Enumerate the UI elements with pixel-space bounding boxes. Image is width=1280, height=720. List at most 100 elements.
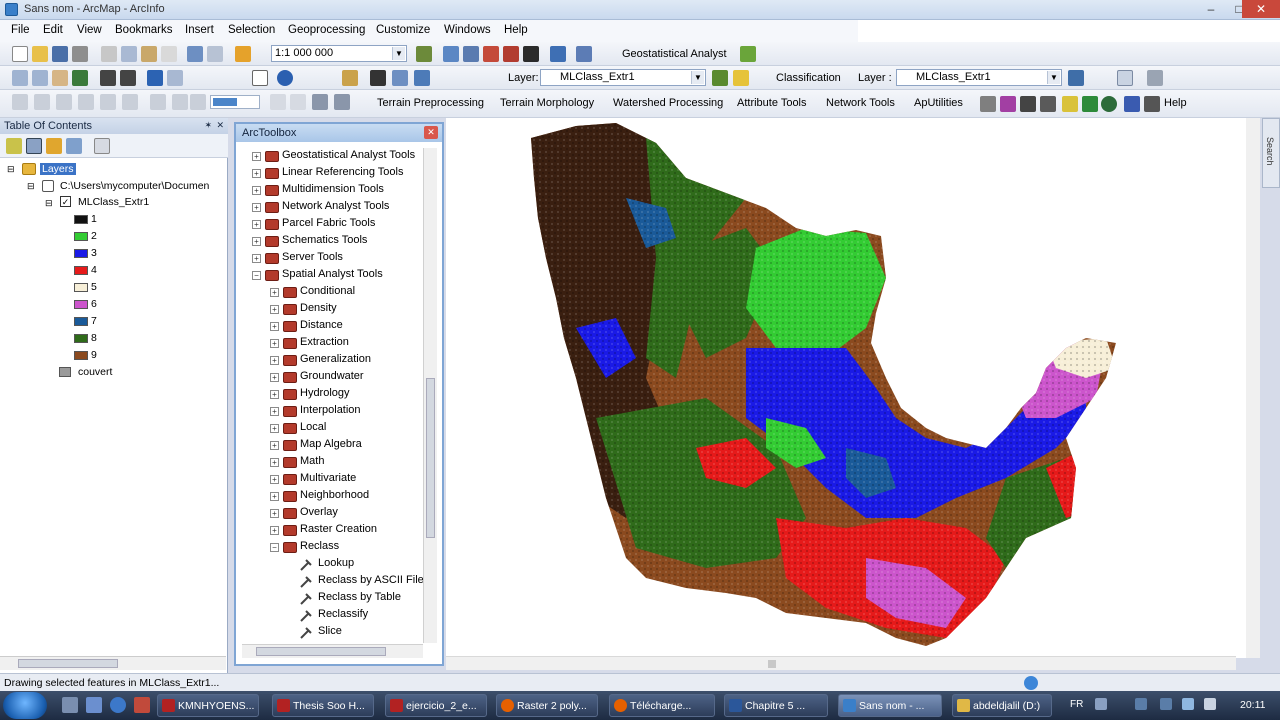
expand-icon[interactable]: + (270, 339, 279, 348)
search-side-tab[interactable]: Search (1262, 118, 1280, 188)
menu-watershed-processing[interactable]: Watershed Processing (613, 97, 723, 109)
taskbar-item-5[interactable]: Télécharge... (609, 694, 715, 717)
batch-point-icon[interactable] (1062, 96, 1078, 112)
scroll-thumb[interactable] (426, 378, 435, 538)
search-window-icon[interactable] (483, 46, 499, 62)
chevron-down-icon[interactable]: ▼ (392, 47, 405, 60)
undo-icon[interactable] (187, 46, 203, 62)
menu-customize[interactable]: Customize (376, 24, 430, 36)
scroll-thumb[interactable] (768, 660, 776, 668)
toolbox-item[interactable]: Geostatistical Analyst Tools (282, 149, 415, 161)
georef-tool-icon[interactable] (12, 94, 28, 110)
collapse-icon[interactable]: ⊟ (45, 198, 53, 209)
menu-terrain-morphology[interactable]: Terrain Morphology (500, 97, 594, 109)
menu-edit[interactable]: Edit (43, 24, 63, 36)
editor-toolbar-icon[interactable] (416, 46, 432, 62)
taskbar-item-8[interactable]: abdeldjalil (D:) (952, 694, 1052, 717)
find-icon[interactable] (370, 70, 386, 86)
table-of-contents-icon[interactable] (443, 46, 459, 62)
toolbox-item[interactable]: Network Analyst Tools (282, 200, 389, 212)
menu-selection[interactable]: Selection (228, 24, 275, 36)
close-icon[interactable]: ✕ (424, 126, 438, 139)
toolbox-item[interactable]: Density (300, 302, 337, 314)
print-icon[interactable] (72, 46, 88, 62)
expand-icon[interactable]: + (270, 424, 279, 433)
histogram-icon[interactable] (712, 70, 728, 86)
data-view-icon[interactable] (290, 94, 306, 110)
model-builder-icon[interactable] (550, 46, 566, 62)
time-slider-icon[interactable] (414, 70, 430, 86)
tool-item[interactable]: Reclass by Table (318, 591, 401, 603)
classification-menu[interactable]: Classification (776, 72, 841, 84)
save-icon[interactable] (52, 46, 68, 62)
start-button[interactable] (3, 692, 47, 719)
measure-icon[interactable] (342, 70, 358, 86)
georef-table-icon[interactable] (122, 94, 138, 110)
toolbox-vertical-scrollbar[interactable] (423, 148, 437, 643)
minimize-button[interactable]: – (1197, 0, 1225, 18)
expand-icon[interactable]: + (252, 152, 261, 161)
list-by-source-icon[interactable] (26, 138, 42, 154)
geostatistical-wizard-icon[interactable] (740, 46, 756, 62)
zoom-layout-icon[interactable] (334, 94, 350, 110)
forward-extent-icon[interactable] (167, 70, 183, 86)
redo-icon[interactable] (207, 46, 223, 62)
flag-icon[interactable] (1124, 96, 1140, 112)
chevron-down-icon[interactable]: ▼ (691, 71, 704, 84)
tray-chevron-icon[interactable] (1095, 698, 1107, 710)
identify-icon[interactable] (277, 70, 293, 86)
layer-name[interactable]: MLClass_Extr1 (78, 196, 149, 208)
list-by-visibility-icon[interactable] (46, 138, 62, 154)
taskbar-item-7[interactable]: Sans nom - ... (838, 694, 942, 717)
menu-network-tools[interactable]: Network Tools (826, 97, 895, 109)
collapse-icon[interactable]: − (252, 271, 261, 280)
tool-item[interactable]: Reclass by ASCII File (318, 574, 423, 586)
toolbox-item[interactable]: Distance (300, 319, 343, 331)
taskbar-item-1[interactable]: KMNHYOENS... (157, 694, 259, 717)
taskbar-item-4[interactable]: Raster 2 poly... (496, 694, 598, 717)
menu-windows[interactable]: Windows (444, 24, 491, 36)
toolbox-item[interactable]: Schematics Tools (282, 234, 367, 246)
open-folder-icon[interactable] (32, 46, 48, 62)
select-elements-icon[interactable] (252, 70, 268, 86)
layout-icon[interactable] (270, 94, 286, 110)
draw-polygon-icon[interactable] (1117, 70, 1133, 86)
zoom-out-icon[interactable] (32, 70, 48, 86)
menu-aputilities[interactable]: ApUtilities (914, 97, 963, 109)
classification-layer-combo[interactable]: MLClass_Extr1 ▼ (896, 69, 1062, 86)
browser-pinned-icon[interactable] (110, 697, 126, 713)
expand-icon[interactable]: + (270, 322, 279, 331)
toolbox-item[interactable]: Extraction (300, 336, 349, 348)
clock[interactable]: 20:11 (1240, 699, 1266, 711)
trace-icon[interactable] (1020, 96, 1036, 112)
globe-icon[interactable] (1101, 96, 1117, 112)
effects-brightness-icon[interactable] (172, 94, 188, 110)
toolbox-item[interactable]: Overlay (300, 506, 338, 518)
expand-icon[interactable]: + (252, 169, 261, 178)
expand-icon[interactable]: + (252, 237, 261, 246)
toolbox-item[interactable]: Reclass (300, 540, 339, 552)
expand-icon[interactable]: + (270, 407, 279, 416)
toolbox-item[interactable]: Multivariate (300, 472, 356, 484)
toc-horizontal-scrollbar[interactable] (0, 656, 226, 670)
tool-item[interactable]: Lookup (318, 557, 354, 569)
map-horizontal-scrollbar[interactable] (446, 656, 1236, 670)
menu-insert[interactable]: Insert (185, 24, 214, 36)
menu-help[interactable]: Help (504, 24, 528, 36)
network-icon[interactable] (1182, 698, 1194, 710)
tray-network-icon[interactable] (1135, 698, 1147, 710)
go-to-xy-icon[interactable] (392, 70, 408, 86)
toolbox-item[interactable]: Groundwater (300, 370, 364, 382)
zoom-in-icon[interactable] (12, 70, 28, 86)
toolbox-item[interactable]: Interpolation (300, 404, 361, 416)
tool-item[interactable]: Slice (318, 625, 342, 637)
pencil-icon[interactable] (1144, 96, 1160, 112)
back-extent-icon[interactable] (147, 70, 163, 86)
whats-this-icon[interactable] (576, 46, 592, 62)
close-icon[interactable]: ✕ (216, 120, 224, 131)
fixed-zoom-in-icon[interactable] (100, 70, 116, 86)
toolbox-item[interactable]: Multidimension Tools (282, 183, 384, 195)
tool-item[interactable]: Reclassify (318, 608, 368, 620)
tray-app-icon[interactable] (1160, 698, 1172, 710)
flow-path-icon[interactable] (980, 96, 996, 112)
